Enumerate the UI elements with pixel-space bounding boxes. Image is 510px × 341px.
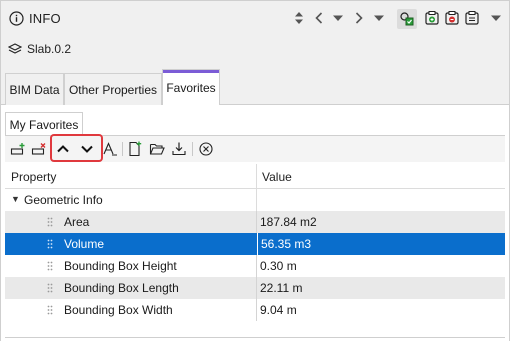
property-name: Area	[64, 215, 90, 229]
property-name: Bounding Box Height	[64, 259, 177, 273]
new-file-icon[interactable]	[126, 140, 144, 158]
column-divider	[256, 189, 257, 211]
subtab-my-favorites[interactable]: My Favorites	[5, 112, 83, 136]
add-property-icon[interactable]	[9, 140, 27, 158]
property-value: 22.11 m	[260, 281, 303, 295]
highlight-elements-icon[interactable]	[397, 9, 417, 29]
tab-active-indicator	[163, 70, 219, 73]
download-icon[interactable]	[170, 140, 188, 158]
toolbar-separator	[122, 142, 123, 156]
property-name: Volume	[64, 237, 105, 251]
sort-icon[interactable]	[291, 10, 307, 26]
favorites-table: Property Value ▼ Geometric Info Area 187…	[5, 164, 505, 321]
tab-favorites[interactable]: Favorites	[162, 69, 220, 106]
favorites-content: My Favorites Property Value ▼ Geometric …	[1, 105, 509, 341]
drag-handle-icon[interactable]	[47, 239, 53, 249]
property-name: Bounding Box Width	[64, 303, 173, 317]
tab-bar: BIM Data Other Properties Favorites	[1, 69, 509, 106]
table-header: Property Value	[5, 164, 505, 189]
drag-handle-icon[interactable]	[47, 305, 53, 315]
tab-other-properties[interactable]: Other Properties	[64, 73, 162, 105]
remove-icon[interactable]	[444, 10, 460, 26]
drag-handle-icon[interactable]	[47, 283, 53, 293]
group-row-geometric-info[interactable]: ▼ Geometric Info	[5, 189, 505, 211]
column-header-value[interactable]: Value	[262, 170, 292, 184]
info-icon	[9, 11, 24, 26]
remove-property-icon[interactable]	[30, 140, 48, 158]
panel-header: INFO	[1, 1, 509, 35]
group-label: Geometric Info	[24, 193, 103, 207]
toolbar-separator	[192, 142, 193, 156]
content-bottom-border	[5, 337, 505, 338]
property-value: 0.30 m	[260, 259, 297, 273]
element-name: Slab.0.2	[27, 42, 72, 56]
property-value: 56.35 m3	[257, 233, 505, 255]
clipboard-icon[interactable]	[464, 10, 480, 26]
info-panel: INFO Slab.0.2 BIM Data Other Properties …	[0, 0, 510, 341]
forward-icon[interactable]	[351, 10, 367, 26]
clear-icon[interactable]	[197, 140, 215, 158]
table-row[interactable]: Bounding Box Length 22.11 m	[5, 277, 505, 299]
open-folder-icon[interactable]	[148, 140, 166, 158]
tab-favorites-label: Favorites	[166, 81, 216, 95]
table-row-selected[interactable]: Volume 56.35 m3	[5, 233, 505, 255]
table-row[interactable]: Bounding Box Height 0.30 m	[5, 255, 505, 277]
tab-bim-data[interactable]: BIM Data	[5, 73, 64, 105]
layers-icon	[8, 43, 22, 54]
expand-arrow-icon[interactable]: ▼	[11, 194, 20, 204]
move-buttons-highlight	[50, 134, 103, 162]
table-row[interactable]: Area 187.84 m2	[5, 211, 505, 233]
drag-handle-icon[interactable]	[47, 217, 53, 227]
dropdown-icon[interactable]	[330, 10, 346, 26]
property-value: 187.84 m2	[260, 215, 317, 229]
table-row[interactable]: Bounding Box Width 9.04 m	[5, 299, 505, 321]
property-name: Bounding Box Length	[64, 281, 179, 295]
selected-element: Slab.0.2	[1, 37, 509, 61]
rename-icon[interactable]	[101, 140, 119, 158]
panel-title: INFO	[29, 11, 61, 26]
column-header-property[interactable]: Property	[11, 170, 56, 184]
column-divider[interactable]	[256, 164, 257, 189]
property-value: 9.04 m	[260, 303, 297, 317]
panel-menu-icon[interactable]	[488, 10, 504, 26]
drag-handle-icon[interactable]	[47, 261, 53, 271]
back-icon[interactable]	[311, 10, 327, 26]
menu-dropdown-icon[interactable]	[371, 10, 387, 26]
add-icon[interactable]	[424, 10, 440, 26]
favorites-toolbar	[5, 134, 505, 162]
